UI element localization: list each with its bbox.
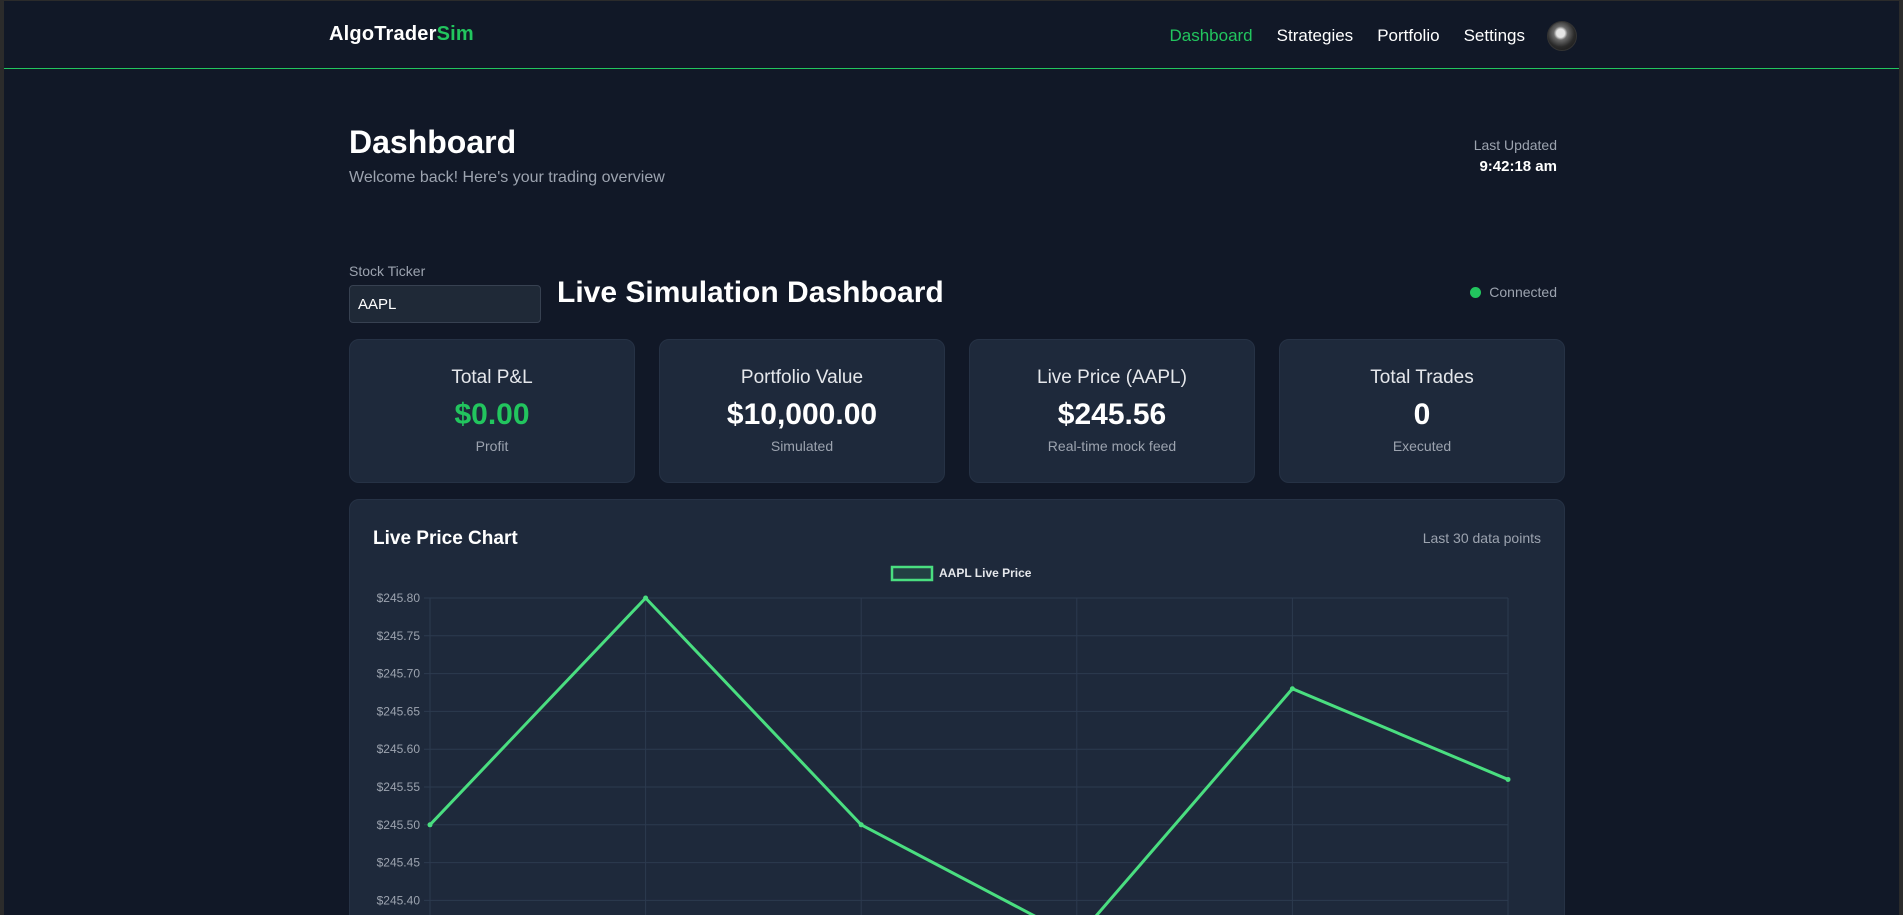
data-point [858, 822, 864, 828]
nav-portfolio[interactable]: Portfolio [1377, 26, 1439, 46]
nav-strategies[interactable]: Strategies [1277, 26, 1354, 46]
brand-name: AlgoTrader [329, 23, 437, 45]
card-sub: Simulated [770, 438, 834, 454]
legend-label: AAPL Live Price [939, 566, 1032, 580]
connection-status: Connected [1470, 284, 1557, 300]
card-total-pnl: Total P&L $0.00 Profit [349, 339, 635, 483]
card-sub: Real-time mock feed [1047, 438, 1177, 454]
card-title: Total P&L [451, 367, 533, 388]
page-subtitle: Welcome back! Here's your trading overvi… [349, 169, 665, 186]
brand-accent: Sim [436, 23, 474, 45]
card-sub: Executed [1392, 438, 1452, 454]
y-tick-label: $245.70 [377, 667, 421, 681]
card-value: $10,000.00 [726, 398, 878, 431]
last-updated: Last Updated 9:42:18 am [1474, 137, 1557, 175]
main-nav: Dashboard Strategies Portfolio Settings [1169, 21, 1577, 51]
app-window: AlgoTraderSim Dashboard Strategies Portf… [0, 0, 1903, 915]
price-chart[interactable]: $245.80 $245.75 $245.70 $245.65 $245.60 $245.… [350, 500, 1564, 915]
price-line [428, 595, 1509, 915]
status-text: Connected [1489, 284, 1557, 300]
ticker-label: Stock Ticker [349, 263, 426, 279]
data-point [643, 595, 649, 601]
page-title: Dashboard [349, 124, 517, 160]
card-value: $0.00 [454, 398, 530, 431]
card-title: Total Trades [1370, 367, 1474, 388]
data-point [1505, 776, 1511, 782]
y-tick-label: $245.65 [377, 704, 421, 718]
card-value: 0 [1413, 398, 1431, 431]
y-tick-label: $245.80 [377, 591, 421, 605]
card-portfolio-value: Portfolio Value $10,000.00 Simulated [659, 339, 945, 483]
avatar[interactable] [1547, 21, 1577, 51]
nav-settings[interactable]: Settings [1464, 26, 1525, 46]
y-tick-label: $245.40 [377, 893, 421, 907]
legend-swatch [890, 565, 934, 582]
y-tick-label: $245.55 [377, 780, 421, 794]
nav-dashboard[interactable]: Dashboard [1169, 26, 1252, 46]
y-tick-label: $245.60 [377, 742, 421, 756]
stat-cards: Total P&L $0.00 Profit Portfolio Value $… [349, 339, 1565, 483]
card-title: Portfolio Value [740, 367, 864, 388]
brand-logo[interactable]: AlgoTraderSim [329, 23, 474, 46]
card-value: $245.56 [1057, 398, 1167, 431]
y-tick-label: $245.45 [377, 856, 421, 870]
card-title: Live Price (AAPL) [1037, 367, 1187, 388]
y-tick-label: $245.50 [377, 818, 421, 832]
status-dot-icon [1470, 286, 1482, 298]
last-updated-value: 9:42:18 am [1479, 158, 1557, 175]
card-total-trades: Total Trades 0 Executed [1279, 339, 1565, 483]
last-updated-label: Last Updated [1473, 137, 1557, 153]
data-point [1289, 686, 1295, 692]
y-tick-label: $245.75 [377, 629, 421, 643]
chart-panel: Live Price Chart Last 30 data points $24… [349, 499, 1565, 915]
section-title: Live Simulation Dashboard [557, 276, 944, 309]
ticker-input[interactable] [349, 285, 541, 323]
card-sub: Profit [475, 438, 509, 454]
navbar: AlgoTraderSim Dashboard Strategies Portf… [4, 1, 1899, 69]
card-live-price: Live Price (AAPL) $245.56 Real-time mock… [969, 339, 1255, 483]
data-point [427, 822, 433, 828]
